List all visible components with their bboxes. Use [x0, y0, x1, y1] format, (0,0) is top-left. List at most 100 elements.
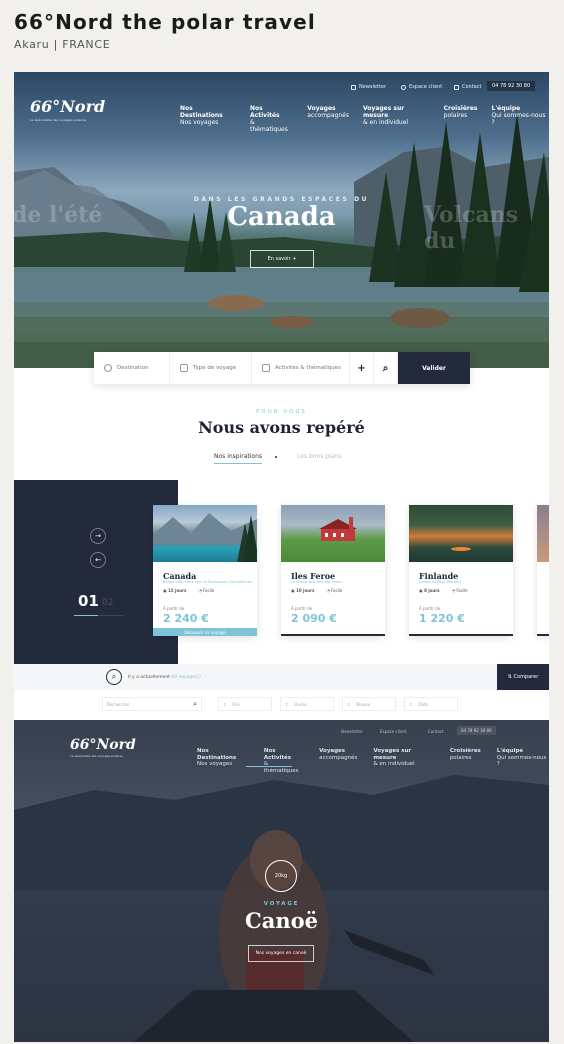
trip-card-finlande[interactable]: Finlande Canoë au Pays des lacs ▣ 8 jour… [409, 505, 513, 636]
client-area-link[interactable]: Espace client [401, 84, 442, 90]
level-filter[interactable]: ↕ Niveau [342, 697, 396, 711]
slide-counter: 01 [78, 592, 99, 610]
card-image [537, 505, 549, 562]
nav-activities[interactable]: Nos Activités & thématiques [250, 105, 293, 133]
tab-inspirations[interactable]: Nos inspirations [214, 453, 263, 464]
search-bar: Destination Type de voyage Activités & t… [94, 352, 470, 384]
duration-icon: ▣ 8 jours [419, 588, 440, 593]
contact-link[interactable]: Contact [454, 84, 481, 90]
next-arrow-icon[interactable]: → [90, 528, 106, 544]
nav-team[interactable]: L'équipe Qui sommes-nous ? [492, 105, 549, 133]
price-filter[interactable]: ↕ Prix [218, 697, 272, 711]
slide-counter-next: 02 [102, 598, 114, 608]
nav-custom[interactable]: Voyages sur mesure & en individuel [363, 105, 430, 133]
price-prefix: À partir de [419, 606, 441, 611]
phone-number[interactable]: 04 78 92 30 80 [487, 81, 536, 91]
hero-more-button[interactable]: En savoir + [250, 250, 314, 268]
search-icon: ⌕ [193, 699, 197, 708]
trip-card-partial[interactable] [537, 505, 549, 636]
destination-field[interactable]: Destination [94, 352, 170, 384]
newsletter-link[interactable]: Newsletter [351, 84, 386, 90]
search-input[interactable]: Rechercher ⌕ [102, 697, 202, 711]
trip-card-feroe[interactable]: Iles Feroe Le Grand tour des îles Feroe … [281, 505, 385, 636]
submit-button[interactable]: Valider [398, 352, 470, 384]
website-frame: 66°Nord Le spécialiste des voyages polai… [14, 72, 549, 1042]
tab-separator [275, 456, 277, 458]
results-strip [14, 664, 549, 690]
search-icon[interactable]: ⌕ [106, 669, 122, 685]
contact-label: Contact [462, 84, 482, 90]
activities-label: Activités & thématiques [275, 365, 342, 371]
card-bottom-bar [409, 634, 513, 636]
nav-activities[interactable]: Nos Activités & thématiques [264, 748, 303, 774]
tab-deals[interactable]: Les bons plans [297, 453, 341, 460]
canoe-title: Canoë [245, 908, 318, 933]
duration-icon: ▣ 10 jours [291, 588, 315, 593]
phone-icon [454, 84, 459, 90]
user-icon [401, 84, 406, 90]
date-filter[interactable]: ↕ Date [404, 697, 458, 711]
client-area-label: Espace client [409, 84, 443, 90]
duration-filter[interactable]: ↕ Durée [280, 697, 334, 711]
site-logo[interactable]: 66°Nord Le spécialiste des voyages polai… [30, 97, 105, 122]
duration-icon: ▣ 15 jours [163, 588, 187, 593]
newsletter-link[interactable]: Newsletter [341, 729, 363, 734]
mail-icon [351, 84, 356, 90]
nav-cruises[interactable]: Croisières polaires [450, 748, 481, 774]
prev-arrow-icon[interactable]: ← [90, 552, 106, 568]
canoe-trips-button[interactable]: Nos voyages en canoë [248, 945, 314, 962]
contact-link[interactable]: Contact [428, 729, 444, 734]
discover-button[interactable]: Découvrir ce voyage [153, 628, 257, 636]
compare-button[interactable]: ⇅ Comparer [497, 664, 549, 690]
progress-active [74, 615, 98, 616]
price-prefix: À partir de [163, 606, 185, 611]
logo-text: 66°Nord [30, 97, 106, 116]
card-description: Le Grand tour des îles Feroe [291, 580, 342, 584]
card-image [153, 505, 257, 562]
binoculars-icon [262, 364, 270, 372]
card-image [281, 505, 385, 562]
section-kicker: POUR VOUS [256, 409, 307, 415]
main-nav: Nos Destinations Nos voyages Nos Activité… [197, 748, 549, 774]
card-meta: ▣ 8 jours ◔ Facile [419, 588, 468, 593]
destination-label: Destination [117, 365, 149, 371]
showcase-title: 66°Nord the polar travel [14, 10, 316, 34]
nav-cruises[interactable]: Croisières polaires [444, 105, 478, 133]
newsletter-label: Newsletter [359, 84, 387, 90]
price-prefix: À partir de [291, 606, 313, 611]
hero-title: Canada [227, 202, 336, 232]
logo-tagline: Le spécialiste des voyages polaires [30, 118, 87, 122]
card-meta: ▣ 15 jours ◔ Facile [163, 588, 214, 593]
card-price: 2 240 € [163, 612, 209, 625]
trip-card-canada[interactable]: Canada Randonnée entre lacs et Rocheuses… [153, 505, 257, 636]
nav-team[interactable]: L'équipe Qui sommes-nous ? [497, 748, 549, 774]
section-title: Nous avons repéré [198, 418, 365, 437]
card-price: 2 090 € [291, 612, 337, 625]
search-icon[interactable]: ⌕ [374, 352, 398, 384]
activities-field[interactable]: Activités & thématiques [252, 352, 350, 384]
site-logo[interactable]: 66°Nord Le spécialiste des voyages polai… [70, 737, 136, 758]
level-icon: ◔ Facile [451, 588, 468, 593]
card-price: 1 220 € [419, 612, 465, 625]
nav-guided[interactable]: Voyages accompagnés [307, 105, 349, 133]
card-bottom-bar [281, 634, 385, 636]
canoe-section: 66°Nord Le spécialiste des voyages polai… [14, 720, 549, 1042]
trip-type-label: Type de voyage [193, 365, 237, 371]
card-description: Randonnée entre lacs et Rocheuses Canadi… [163, 580, 252, 584]
trip-type-field[interactable]: Type de voyage [170, 352, 252, 384]
nav-destinations[interactable]: Nos Destinations Nos voyages [197, 748, 248, 774]
level-icon: ◔ Facile [326, 588, 343, 593]
nav-custom[interactable]: Voyages sur mesure & en individuel [373, 748, 434, 774]
nav-destinations[interactable]: Nos Destinations Nos voyages [180, 105, 236, 133]
card-meta: ▣ 10 jours ◔ Facile [291, 588, 342, 593]
canoe-kicker: VOYAGE [263, 901, 300, 907]
phone-number[interactable]: 04 78 92 30 80 [457, 726, 496, 735]
calendar-icon [180, 364, 188, 372]
main-nav: Nos Destinations Nos voyages Nos Activité… [180, 105, 549, 133]
client-area-link[interactable]: Espace client [380, 729, 407, 734]
progress-track [98, 615, 124, 616]
nav-guided[interactable]: Voyages accompagnés [319, 748, 357, 774]
hero-section: 66°Nord Le spécialiste des voyages polai… [14, 72, 549, 368]
add-criteria-button[interactable]: + [350, 352, 374, 384]
logo-text: 66°Nord [70, 737, 136, 753]
